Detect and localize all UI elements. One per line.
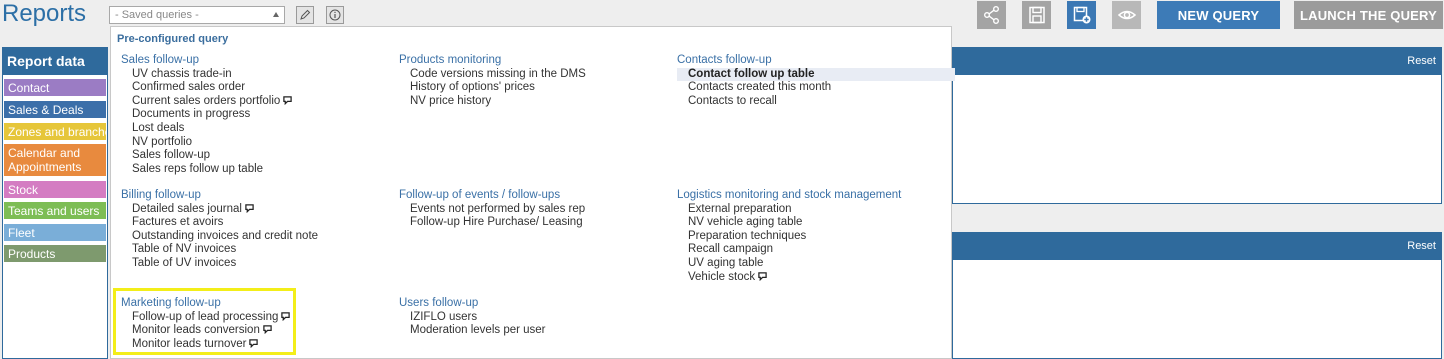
caret-up-icon [273,12,279,17]
query-item[interactable]: UV chassis trade-in [121,68,292,82]
save-button[interactable] [1022,1,1051,29]
query-item[interactable]: Events not performed by sales rep [399,203,585,217]
panel-header-top: Reset [952,47,1442,75]
page-title: Reports [2,0,87,27]
query-item-selected[interactable]: Contact follow up table [677,67,955,82]
category-products[interactable]: Products [4,245,106,262]
group-products-monitoring: Products monitoring Code versions missin… [399,54,586,108]
query-item[interactable]: Follow-up Hire Purchase/ Leasing [399,216,585,230]
query-item[interactable]: Sales reps follow up table [121,163,292,177]
query-item[interactable]: NV price history [399,95,586,109]
share-icon [983,6,999,24]
group-title: Users follow-up [399,297,479,309]
floppy-disk-icon [1028,6,1045,24]
query-item[interactable]: Code versions missing in the DMS [399,68,586,82]
floppy-disk-plus-icon [1073,6,1090,24]
query-item[interactable]: Contacts created this month [677,81,955,95]
info-button[interactable] [326,6,344,24]
preview-button[interactable] [1112,1,1141,29]
group-contacts-follow-up: Contacts follow-up Contact follow up tab… [677,54,955,108]
category-fleet[interactable]: Fleet [4,224,106,241]
group-events-follow-up: Follow-up of events / follow-ups Events … [399,189,585,230]
query-item[interactable]: Sales follow-up [121,149,292,163]
query-item[interactable]: Table of NV invoices [121,243,318,257]
category-stock[interactable]: Stock [4,181,106,198]
query-item[interactable]: NV portfolio [121,136,292,150]
info-icon [329,9,341,21]
group-sales-follow-up: Sales follow-up UV chassis trade-in Conf… [121,54,293,177]
query-item[interactable]: Confirmed sales order [121,81,292,95]
panel-header-bottom: Reset [952,232,1442,260]
panel-body-bottom [952,260,1442,359]
query-item[interactable]: Factures et avoirs [121,216,318,230]
query-item[interactable]: Table of UV invoices [121,257,318,271]
query-item[interactable]: Outstanding invoices and credit note [121,230,318,244]
query-item[interactable]: Contacts to recall [677,95,955,109]
eye-icon [1117,10,1136,20]
query-item[interactable]: IZIFLO users [399,311,546,325]
reset-button-bottom[interactable]: Reset [1407,240,1436,252]
query-item[interactable]: UV aging table [677,257,901,271]
query-item[interactable]: Current sales orders portfolio [121,95,293,109]
reset-button-top[interactable]: Reset [1407,55,1436,67]
query-item[interactable]: External preparation [677,203,901,217]
group-title: Follow-up of events / follow-ups [399,189,561,201]
pencil-icon [300,9,311,20]
share-button[interactable] [977,1,1006,29]
query-item[interactable]: Detailed sales journal [121,203,318,217]
speech-bubble-icon [758,271,767,281]
category-zones-branches[interactable]: Zones and branches [4,123,106,140]
new-query-button[interactable]: NEW QUERY [1157,1,1280,29]
group-title: Logistics monitoring and stock managemen… [677,189,902,201]
group-title: Billing follow-up [121,189,201,201]
saved-queries-select[interactable]: - Saved queries - [109,6,285,24]
query-item[interactable]: Lost deals [121,122,292,136]
preconfigured-query-title: Pre-configured query [117,33,229,45]
speech-bubble-icon [283,96,293,105]
group-title: Products monitoring [399,54,502,66]
group-title: Sales follow-up [121,54,199,66]
report-data-title: Report data [3,48,107,75]
group-billing-follow-up: Billing follow-up Detailed sales journal… [121,189,318,271]
category-calendar-appointments[interactable]: Calendar and Appointments [4,144,106,176]
edit-query-button[interactable] [296,6,314,24]
query-item[interactable]: Recall campaign [677,243,901,257]
launch-query-button[interactable]: LAUNCH THE QUERY [1294,1,1443,29]
query-item[interactable]: Preparation techniques [677,230,901,244]
category-teams-users[interactable]: Teams and users [4,202,106,219]
group-logistics-stock: Logistics monitoring and stock managemen… [677,189,901,284]
query-item[interactable]: Vehicle stock [677,271,901,285]
saved-queries-placeholder: - Saved queries - [115,9,199,21]
panel-body-top [952,75,1442,204]
speech-bubble-icon [245,203,254,213]
query-item[interactable]: Documents in progress [121,108,292,122]
group-title: Contacts follow-up [677,54,772,66]
category-sales-deals[interactable]: Sales & Deals [4,101,106,118]
category-contact[interactable]: Contact [4,79,106,96]
marketing-highlight-box [113,288,296,355]
group-users-follow-up: Users follow-up IZIFLO users Moderation … [399,297,546,338]
query-item[interactable]: Moderation levels per user [399,324,546,338]
query-item[interactable]: History of options' prices [399,81,586,95]
save-as-new-button[interactable] [1067,1,1096,29]
query-item[interactable]: NV vehicle aging table [677,216,901,230]
